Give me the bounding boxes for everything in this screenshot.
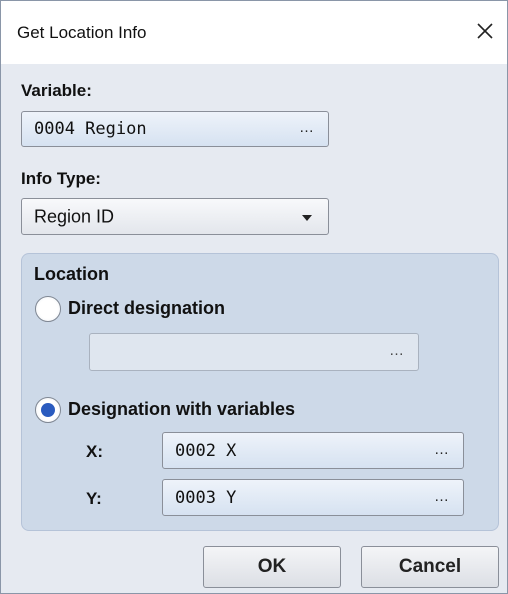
x-variable-selector[interactable]: 0002 X … — [162, 432, 464, 469]
location-group-title: Location — [34, 264, 109, 284]
direct-browse-icon: … — [389, 341, 404, 359]
close-button[interactable] — [463, 11, 507, 51]
variable-selector[interactable]: 0004 Region … — [21, 111, 329, 147]
variable-label: Variable: — [21, 81, 92, 100]
get-location-info-dialog: Get Location Info Variable: 0004 Region … — [0, 0, 508, 594]
ok-button[interactable]: OK — [203, 546, 341, 588]
variable-browse-icon: … — [299, 118, 314, 136]
designation-with-variables-label[interactable]: Designation with variables — [68, 399, 295, 420]
chevron-down-icon — [302, 214, 312, 221]
direct-designation-label[interactable]: Direct designation — [68, 298, 225, 319]
info-type-dropdown[interactable]: Region ID — [21, 198, 329, 235]
info-type-selected: Region ID — [34, 206, 115, 226]
close-icon — [477, 23, 493, 39]
variable-value: 0004 Region — [34, 119, 147, 139]
dialog-title: Get Location Info — [17, 23, 147, 42]
direct-designation-radio[interactable] — [35, 296, 61, 322]
x-variable-value: 0002 X — [175, 440, 237, 461]
location-group: Location Direct designation … Designatio… — [21, 253, 499, 531]
x-browse-icon: … — [434, 440, 449, 458]
y-variable-value: 0003 Y — [175, 487, 237, 508]
direct-designation-field: … — [89, 333, 419, 371]
y-variable-selector[interactable]: 0003 Y … — [162, 479, 464, 516]
title-bar: Get Location Info — [1, 1, 507, 64]
cancel-button[interactable]: Cancel — [361, 546, 499, 588]
x-label: X: — [86, 442, 103, 461]
y-label: Y: — [86, 489, 102, 508]
designation-with-variables-radio[interactable] — [35, 397, 61, 423]
y-browse-icon: … — [434, 487, 449, 505]
info-type-label: Info Type: — [21, 169, 101, 188]
